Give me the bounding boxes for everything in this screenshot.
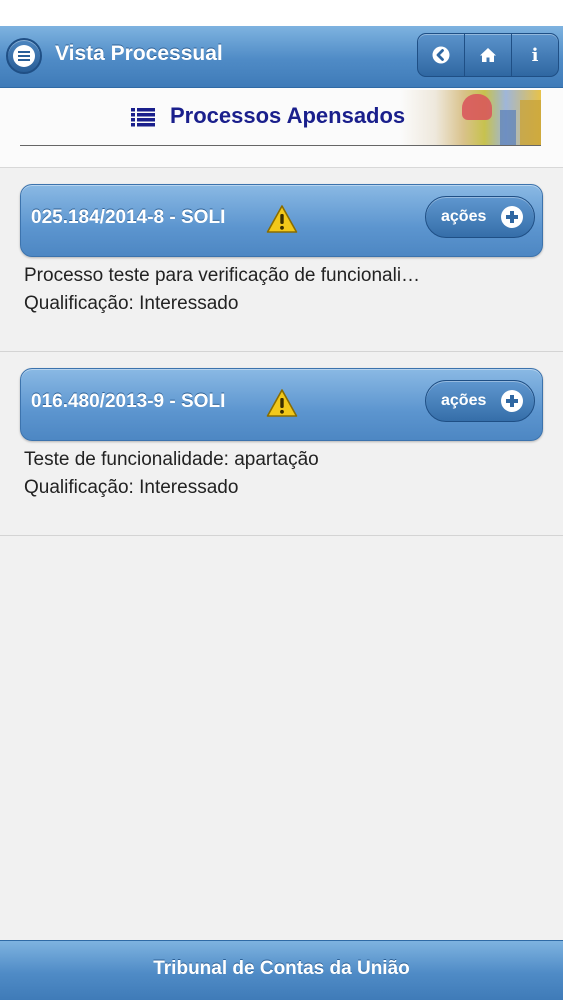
section-header: Processos Apensados	[0, 88, 563, 168]
page-title: Processos Apensados	[170, 103, 406, 128]
divider	[20, 145, 541, 146]
app-header: Vista Processual i	[0, 26, 563, 88]
info-button[interactable]: i	[511, 34, 558, 76]
app-title: Vista Processual	[55, 42, 223, 65]
actions-button[interactable]: ações	[425, 196, 535, 238]
process-qualification: Qualificação: Interessado	[24, 293, 239, 314]
plus-icon	[501, 390, 523, 412]
header-button-group: i	[417, 33, 559, 77]
warning-icon	[266, 389, 298, 417]
app-footer: Tribunal de Contas da União	[0, 940, 563, 1000]
back-button[interactable]	[418, 34, 464, 76]
actions-label: ações	[441, 392, 487, 409]
info-icon: i	[531, 44, 539, 66]
back-icon	[432, 46, 450, 64]
menu-button[interactable]	[6, 38, 42, 74]
list-item[interactable]: 016.480/2013-9 - SOLI ações Teste de fun…	[0, 352, 563, 536]
warning-icon	[266, 205, 298, 233]
process-header-bar[interactable]: 016.480/2013-9 - SOLI ações	[20, 368, 543, 441]
home-button[interactable]	[464, 34, 511, 76]
footer-text: Tribunal de Contas da União	[153, 958, 410, 979]
process-number: 016.480/2013-9 - SOLI	[31, 391, 226, 412]
process-number: 025.184/2014-8 - SOLI	[31, 207, 226, 228]
banner-image	[400, 90, 541, 146]
actions-label: ações	[441, 208, 487, 225]
actions-button[interactable]: ações	[425, 380, 535, 422]
home-icon	[480, 48, 496, 62]
process-qualification: Qualificação: Interessado	[24, 477, 239, 498]
menu-icon	[13, 45, 35, 67]
list-icon	[131, 108, 155, 127]
process-header-bar[interactable]: 025.184/2014-8 - SOLI ações	[20, 184, 543, 257]
process-description: Teste de funcionalidade: apartação	[24, 449, 319, 470]
process-description: Processo teste para verificação de funci…	[24, 265, 421, 286]
status-bar	[0, 0, 563, 26]
list-item[interactable]: 025.184/2014-8 - SOLI ações Processo tes…	[0, 168, 563, 352]
plus-icon	[501, 206, 523, 228]
